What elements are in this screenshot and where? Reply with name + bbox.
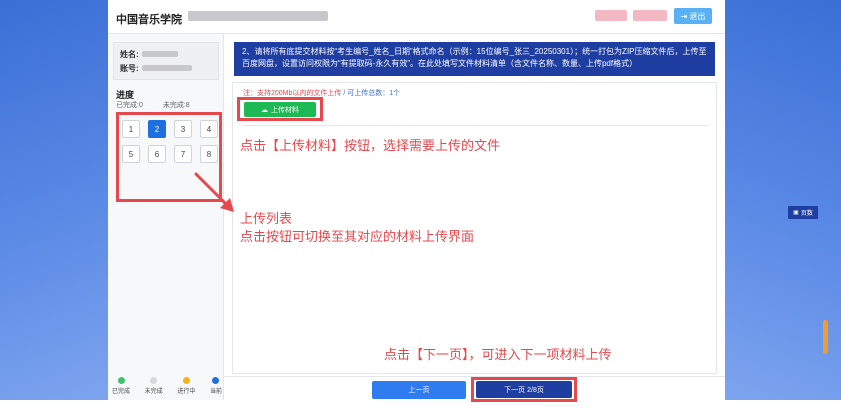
redacted-user-2 [633,10,667,21]
bottom-strip [0,400,841,420]
legend-completed: 已完成 [112,377,130,395]
exit-label: 退出 [689,11,706,21]
name-label: 姓名: [120,50,139,59]
upload-material-button[interactable]: ☁ 上传材料 [244,102,316,117]
top-bar: 中国音乐学院 ⇥ 退出 [108,0,725,34]
status-legend: 已完成 未完成 进行中 当前 [112,377,222,395]
cloud-upload-icon: ☁ [261,106,268,114]
uncompleted-count: 未完成:8 [162,102,190,109]
upload-material-label: 上传材料 [271,106,299,114]
upload-hint-count: / 可上传总数：1个 [343,90,401,97]
legend-uncompleted: 未完成 [145,377,163,395]
divider [243,125,708,126]
legend-completed-label: 已完成 [112,389,131,395]
float-page-button[interactable]: ▣ 页数 [788,206,818,219]
instruction-notice: 2、请将所有底提交材料按“考生编号_姓名_日期”格式命名（示例：15位编号_张三… [234,42,715,76]
step-button-3[interactable]: 3 [174,120,192,138]
upload-hint-size: 注：支持200Mb以内的文件上传 [243,90,342,97]
completed-count: 已完成:0 [116,102,143,109]
annotation-upload: 点击【上传材料】按钮，选择需要上传的文件 [240,138,501,153]
legend-in-progress: 进行中 [177,377,195,395]
exit-button[interactable]: ⇥ 退出 [674,8,712,24]
progress-stats: 已完成:0 未完成:8 [116,100,190,110]
next-page-button[interactable]: 下一页 2/8页 [476,381,572,398]
redacted-title [188,11,328,21]
prev-page-button[interactable]: 上一页 [372,381,466,399]
school-name: 中国音乐学院 [116,14,182,26]
step-button-8[interactable]: 8 [200,145,218,163]
step-button-5[interactable]: 5 [122,145,140,163]
page-icon: ▣ [793,210,799,216]
legend-current-label: 当前 [209,389,222,395]
step-button-7[interactable]: 7 [174,145,192,163]
user-card: 姓名: 账号: [113,42,219,80]
legend-current: 当前 [210,377,222,395]
step-button-4[interactable]: 4 [200,120,218,138]
logout-icon: ⇥ [680,11,688,21]
account-label: 账号: [120,64,139,73]
uncompleted-dot-icon [150,377,158,384]
step-button-1[interactable]: 1 [122,120,140,138]
annotation-next: 点击【下一页】，可进入下一项材料上传 [384,347,612,362]
redacted-user [595,10,627,21]
legend-in-progress-label: 进行中 [177,389,196,395]
float-page-label: 页数 [800,211,813,217]
background-left [0,0,108,400]
scroll-handle[interactable] [823,320,828,354]
completed-dot-icon [117,377,125,384]
annotation-list-desc: 点击按钮可切换至其对应的材料上传界面 [240,229,475,244]
pagination-bar: 上一页 下一页 2/8页 [224,376,725,402]
redacted-account [142,65,192,71]
step-button-2[interactable]: 2 [148,120,166,138]
annotation-list-title: 上传列表 [240,211,293,226]
arrow-icon [194,172,234,212]
step-button-6[interactable]: 6 [148,145,166,163]
current-dot-icon [212,377,220,384]
legend-uncompleted-label: 未完成 [144,389,163,395]
redacted-name [142,51,178,57]
in-progress-dot-icon [182,377,190,384]
